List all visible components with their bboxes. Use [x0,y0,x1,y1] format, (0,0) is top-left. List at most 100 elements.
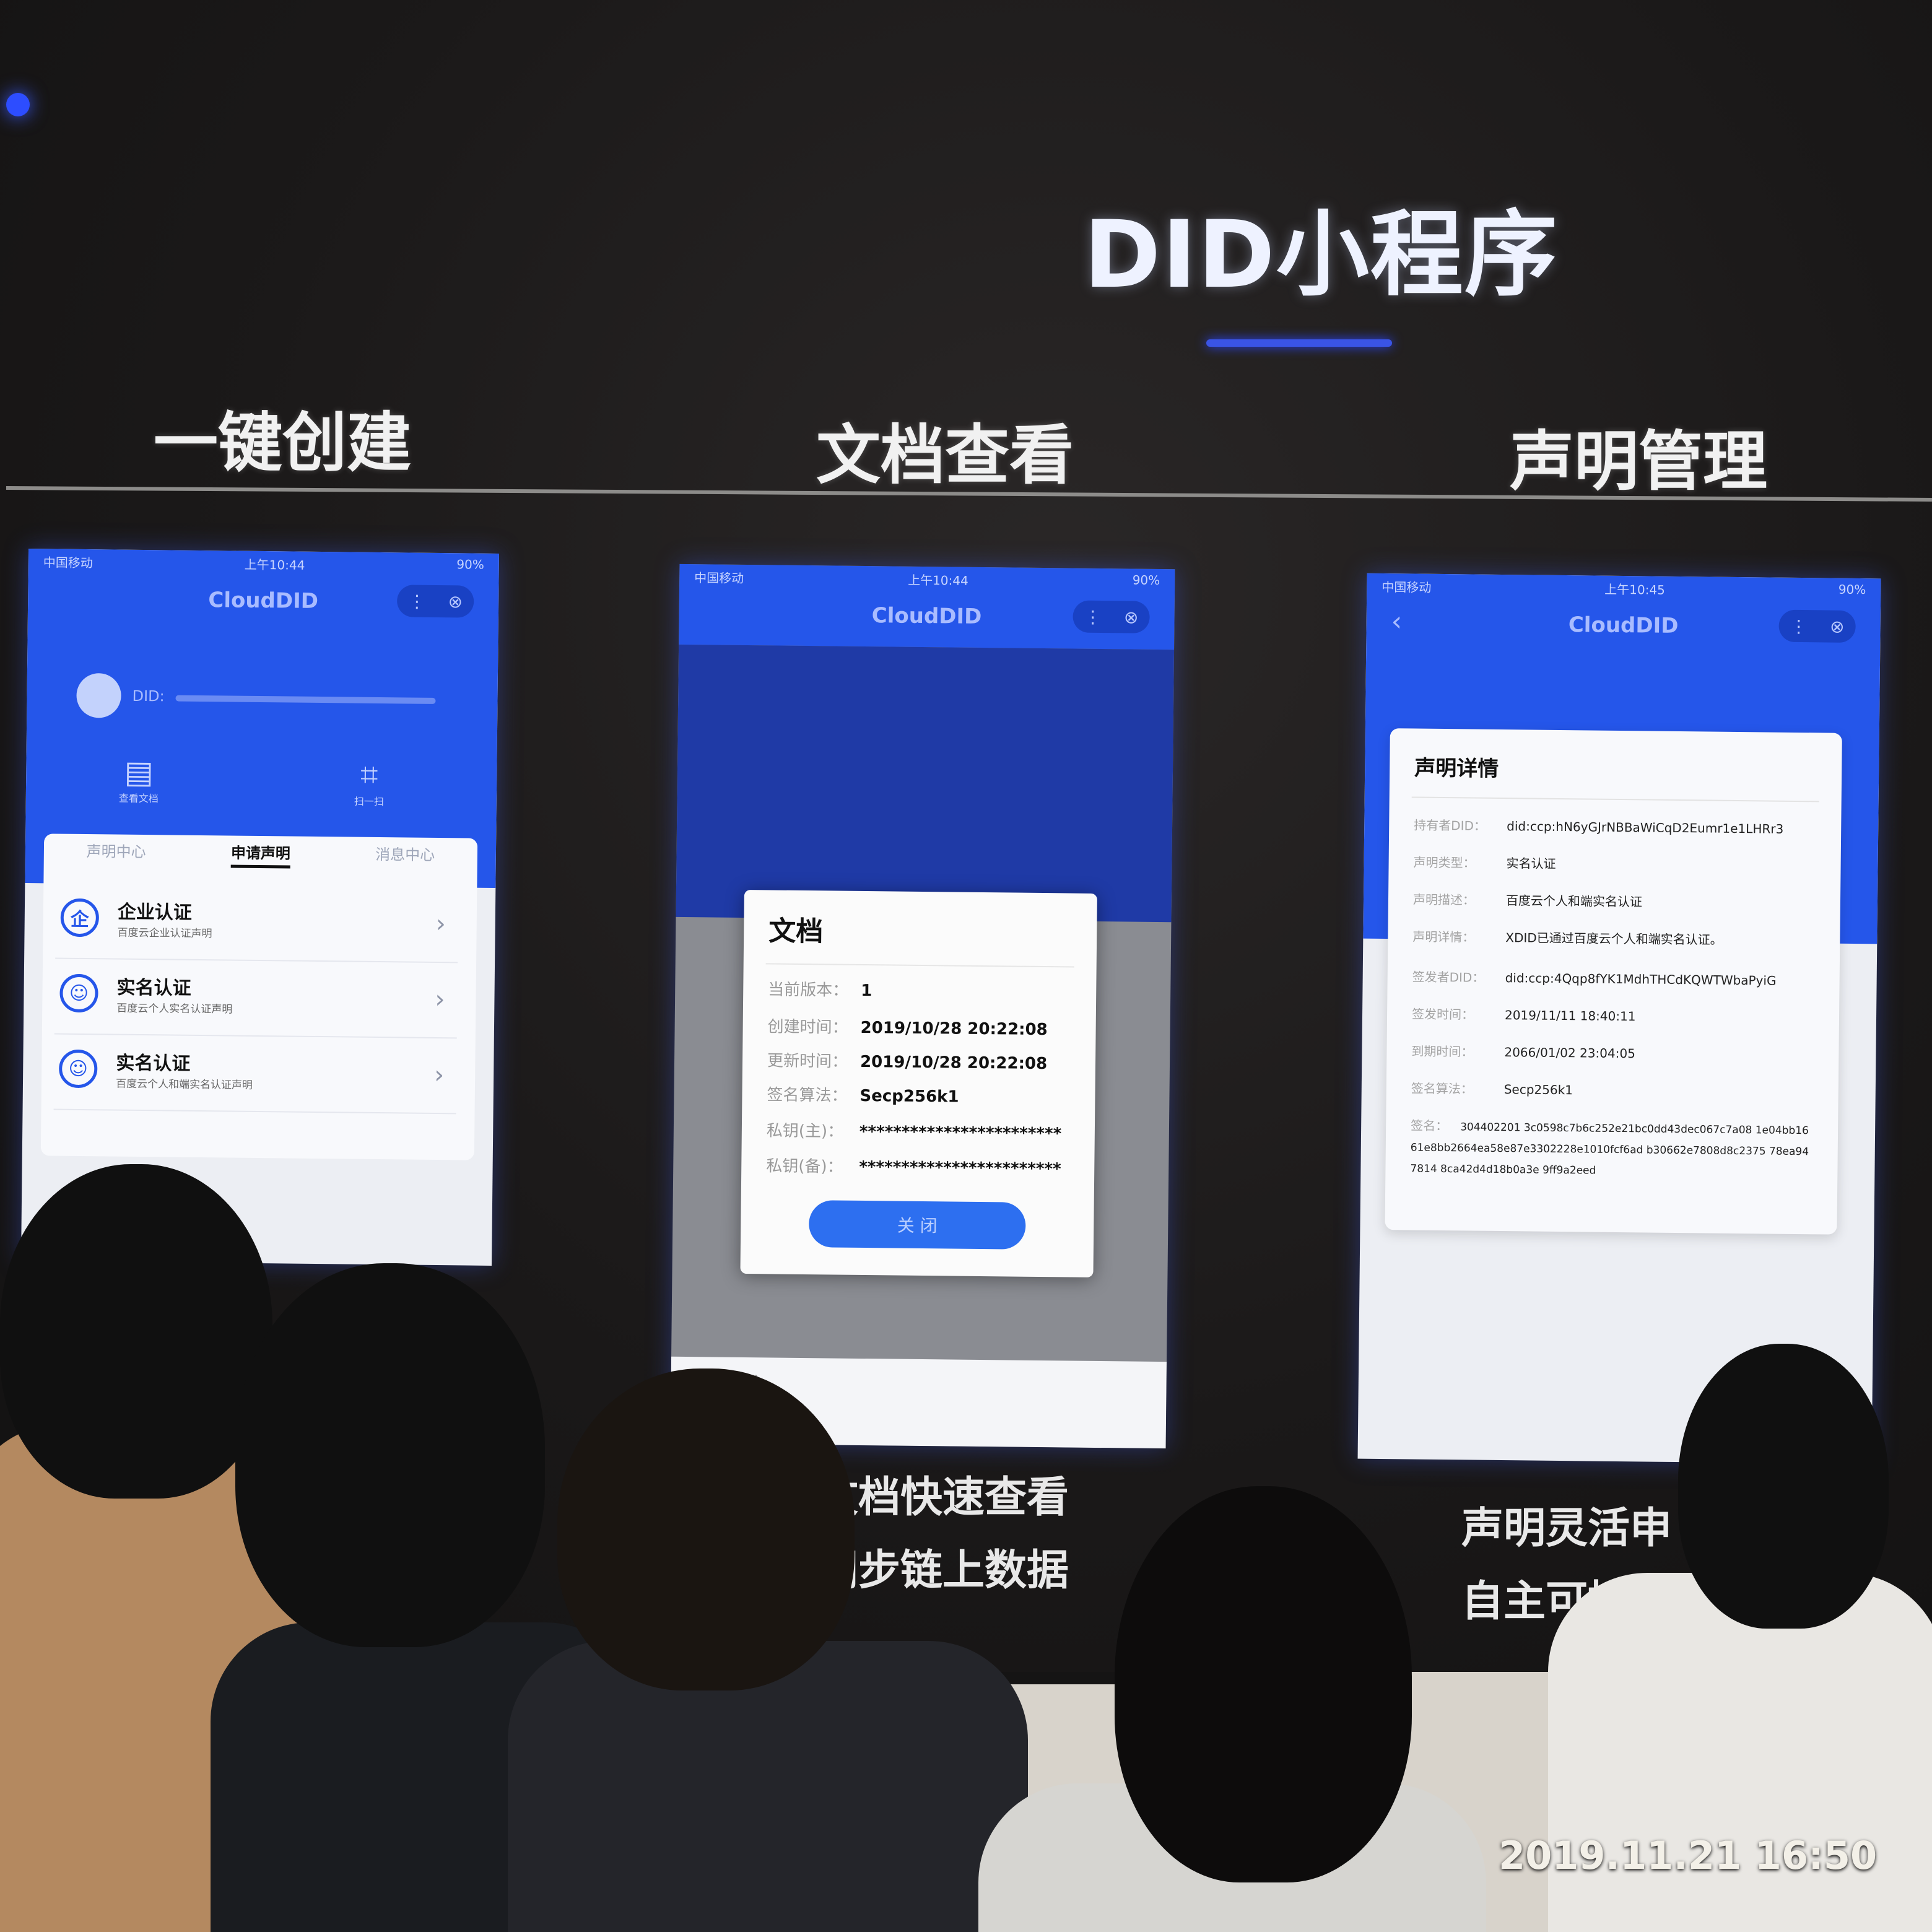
chevron-right-icon: › [433,1060,445,1090]
clock-label: 上午10:44 [908,572,968,588]
field-description: 声明描述： 百度云个人和端实名认证 [1413,890,1642,910]
status-light [6,93,30,116]
action-label: 扫一扫 [354,795,384,808]
field-key: 声明描述： [1412,892,1476,908]
field-key: 当前版本： [768,980,849,1000]
person-icon: ☺ [58,1049,98,1089]
item-title: 实名认证 [116,1052,191,1075]
field-algorithm: 签名算法： Secp256k1 [767,1082,959,1107]
enterprise-icon: 企 [60,898,100,938]
scan-icon: ⌗ [360,756,378,793]
caption-line: 声明灵活申 [1461,1504,1673,1553]
field-issuer-did: 签发者DID： did:ccp:4Qqp8fYK1MdhTHCdKQWTWbaPy… [1412,967,1777,988]
phone-create: 中国移动 上午10:44 90% CloudDID ⋮ ⊗ DID: ▤ 查看文… [20,549,500,1266]
list-item[interactable]: ☺ 实名认证 百度云个人和端实名认证声明 › [53,1040,457,1115]
document-dialog: 文档 当前版本： 1 创建时间： 2019/10/28 20:22:08 更新时间：… [740,889,1097,1277]
field-key: 到期时间： [1411,1043,1474,1060]
more-icon[interactable]: ⋮ [408,591,425,611]
capsule-menu[interactable]: ⋮ ⊗ [1073,600,1150,633]
field-key: 签名算法： [1411,1081,1473,1097]
headline-underline [1206,339,1392,347]
document-icon: ▤ [124,754,154,791]
field-value: did:ccp:4Qqp8fYK1MdhTHCdKQWTWbaPyiG [1505,970,1777,988]
field-expires-at: 到期时间： 2066/01/02 23:04:05 [1411,1041,1635,1061]
audience-head [0,1164,272,1499]
more-icon[interactable]: ⋮ [1790,616,1808,636]
field-value: Secp256k1 [1503,1082,1573,1098]
field-key: 更新时间： [767,1051,848,1071]
audience-head [235,1263,545,1647]
field-signature: 签名： 304402201 3c0598c7b6c252e21bc0dd43dec… [1410,1115,1813,1183]
field-key: 签名： [1411,1118,1448,1134]
audience-head [557,1368,855,1690]
carrier-label: 中国移动 [694,570,744,586]
field-issued-at: 签发时间： 2019/11/11 18:40:11 [1412,1004,1636,1024]
divider [1411,796,1819,803]
capsule-menu[interactable]: ⋮ ⊗ [1778,609,1856,643]
field-key: 签名算法： [767,1086,848,1105]
audience-person [508,1641,1028,1932]
column-title-create: 一键创建 [154,405,412,481]
person-icon: ☺ [59,973,98,1013]
list-item[interactable]: ☺ 实名认证 百度云个人实名认证声明 › [54,965,458,1039]
phone-documents: 中国移动 上午10:44 90% CloudDID ⋮ ⊗ ⌂ 文档 当前版本：… [670,564,1175,1449]
close-circle-icon[interactable]: ⊗ [1124,607,1139,627]
field-value: Secp256k1 [859,1086,959,1107]
column-title-documents: 文档查看 [816,417,1074,493]
field-version: 当前版本： 1 [768,977,872,1001]
clock-label: 上午10:45 [1604,581,1665,598]
carrier-label: 中国移动 [1382,579,1432,595]
field-key: 声明类型： [1413,855,1476,871]
field-holder-did: 持有者DID： did:ccp:hN6yGJrNBBaWiCqD2Eumr1e1L… [1414,816,1783,837]
field-value: XDID已通过百度云个人和端实名认证。 [1505,930,1723,947]
column-title-declarations: 声明管理 [1510,424,1768,499]
view-docs-action[interactable]: ▤ 查看文档 [119,754,159,806]
audience-person [1548,1573,1932,1932]
tab-apply-declaration[interactable]: 申请声明 [230,840,291,869]
field-private-key-main: 私钥(主)： ************************ [767,1118,1062,1144]
tab-declaration-center[interactable]: 声明中心 [86,839,146,867]
item-subtitle: 百度云个人和端实名认证声明 [115,1077,253,1092]
dimmed-header [676,644,1175,923]
battery-label: 90% [1838,581,1866,598]
field-key: 创建时间： [767,1017,848,1037]
field-created: 创建时间： 2019/10/28 20:22:08 [767,1014,1047,1040]
item-title: 企业认证 [117,901,193,924]
item-title: 实名认证 [116,977,191,999]
battery-label: 90% [1132,572,1160,588]
field-algorithm: 签名算法： Secp256k1 [1411,1078,1573,1098]
field-key: 签发时间： [1411,1006,1474,1022]
field-detail: 声明详情： XDID已通过百度云个人和端实名认证。 [1412,926,1723,947]
close-button[interactable]: 关 闭 [808,1200,1026,1250]
more-icon[interactable]: ⋮ [1084,606,1102,627]
tab-bar: 声明中心 申请声明 消息中心 [44,838,477,870]
audience-head [1678,1344,1889,1629]
field-value: 2019/11/11 18:40:11 [1504,1007,1636,1024]
field-value: ************************ [859,1157,1061,1179]
scan-action[interactable]: ⌗ 扫一扫 [354,757,385,808]
chevron-right-icon: › [435,985,445,1014]
declaration-card: 声明中心 申请声明 消息中心 企 企业认证 百度云企业认证声明 › ☺ 实名认证… [40,833,478,1160]
avatar[interactable] [76,672,121,718]
field-value: 304402201 3c0598c7b6c252e21bc0dd43dec067… [1410,1121,1809,1177]
chevron-right-icon: › [435,909,446,939]
field-updated: 更新时间： 2019/10/28 20:22:08 [767,1048,1047,1074]
action-label: 查看文档 [118,792,159,805]
field-value: 2019/10/28 20:22:08 [859,1052,1048,1074]
declaration-detail-card: 声明详情 持有者DID： did:ccp:hN6yGJrNBBaWiCqD2Eum… [1385,728,1842,1235]
slide-headline: DID小程序 [1084,201,1559,309]
close-circle-icon[interactable]: ⊗ [1830,616,1845,637]
capsule-menu[interactable]: ⋮ ⊗ [396,585,474,618]
clock-label: 上午10:44 [244,557,305,573]
field-key: 签发者DID： [1412,969,1485,985]
carrier-label: 中国移动 [43,555,93,571]
field-value: 1 [861,981,872,1001]
close-circle-icon[interactable]: ⊗ [448,591,463,612]
audience-head [1115,1486,1412,1882]
tab-message-center[interactable]: 消息中心 [375,842,435,870]
list-item[interactable]: 企 企业认证 百度云企业认证声明 › [55,889,459,964]
dialog-title: 文档 [768,915,824,948]
photo-timestamp: 2019.11.21 16:50 [1499,1833,1878,1878]
field-value: did:ccp:hN6yGJrNBBaWiCqD2Eumr1e1LHRr3 [1507,819,1784,837]
item-subtitle: 百度云个人实名认证声明 [116,1002,233,1016]
